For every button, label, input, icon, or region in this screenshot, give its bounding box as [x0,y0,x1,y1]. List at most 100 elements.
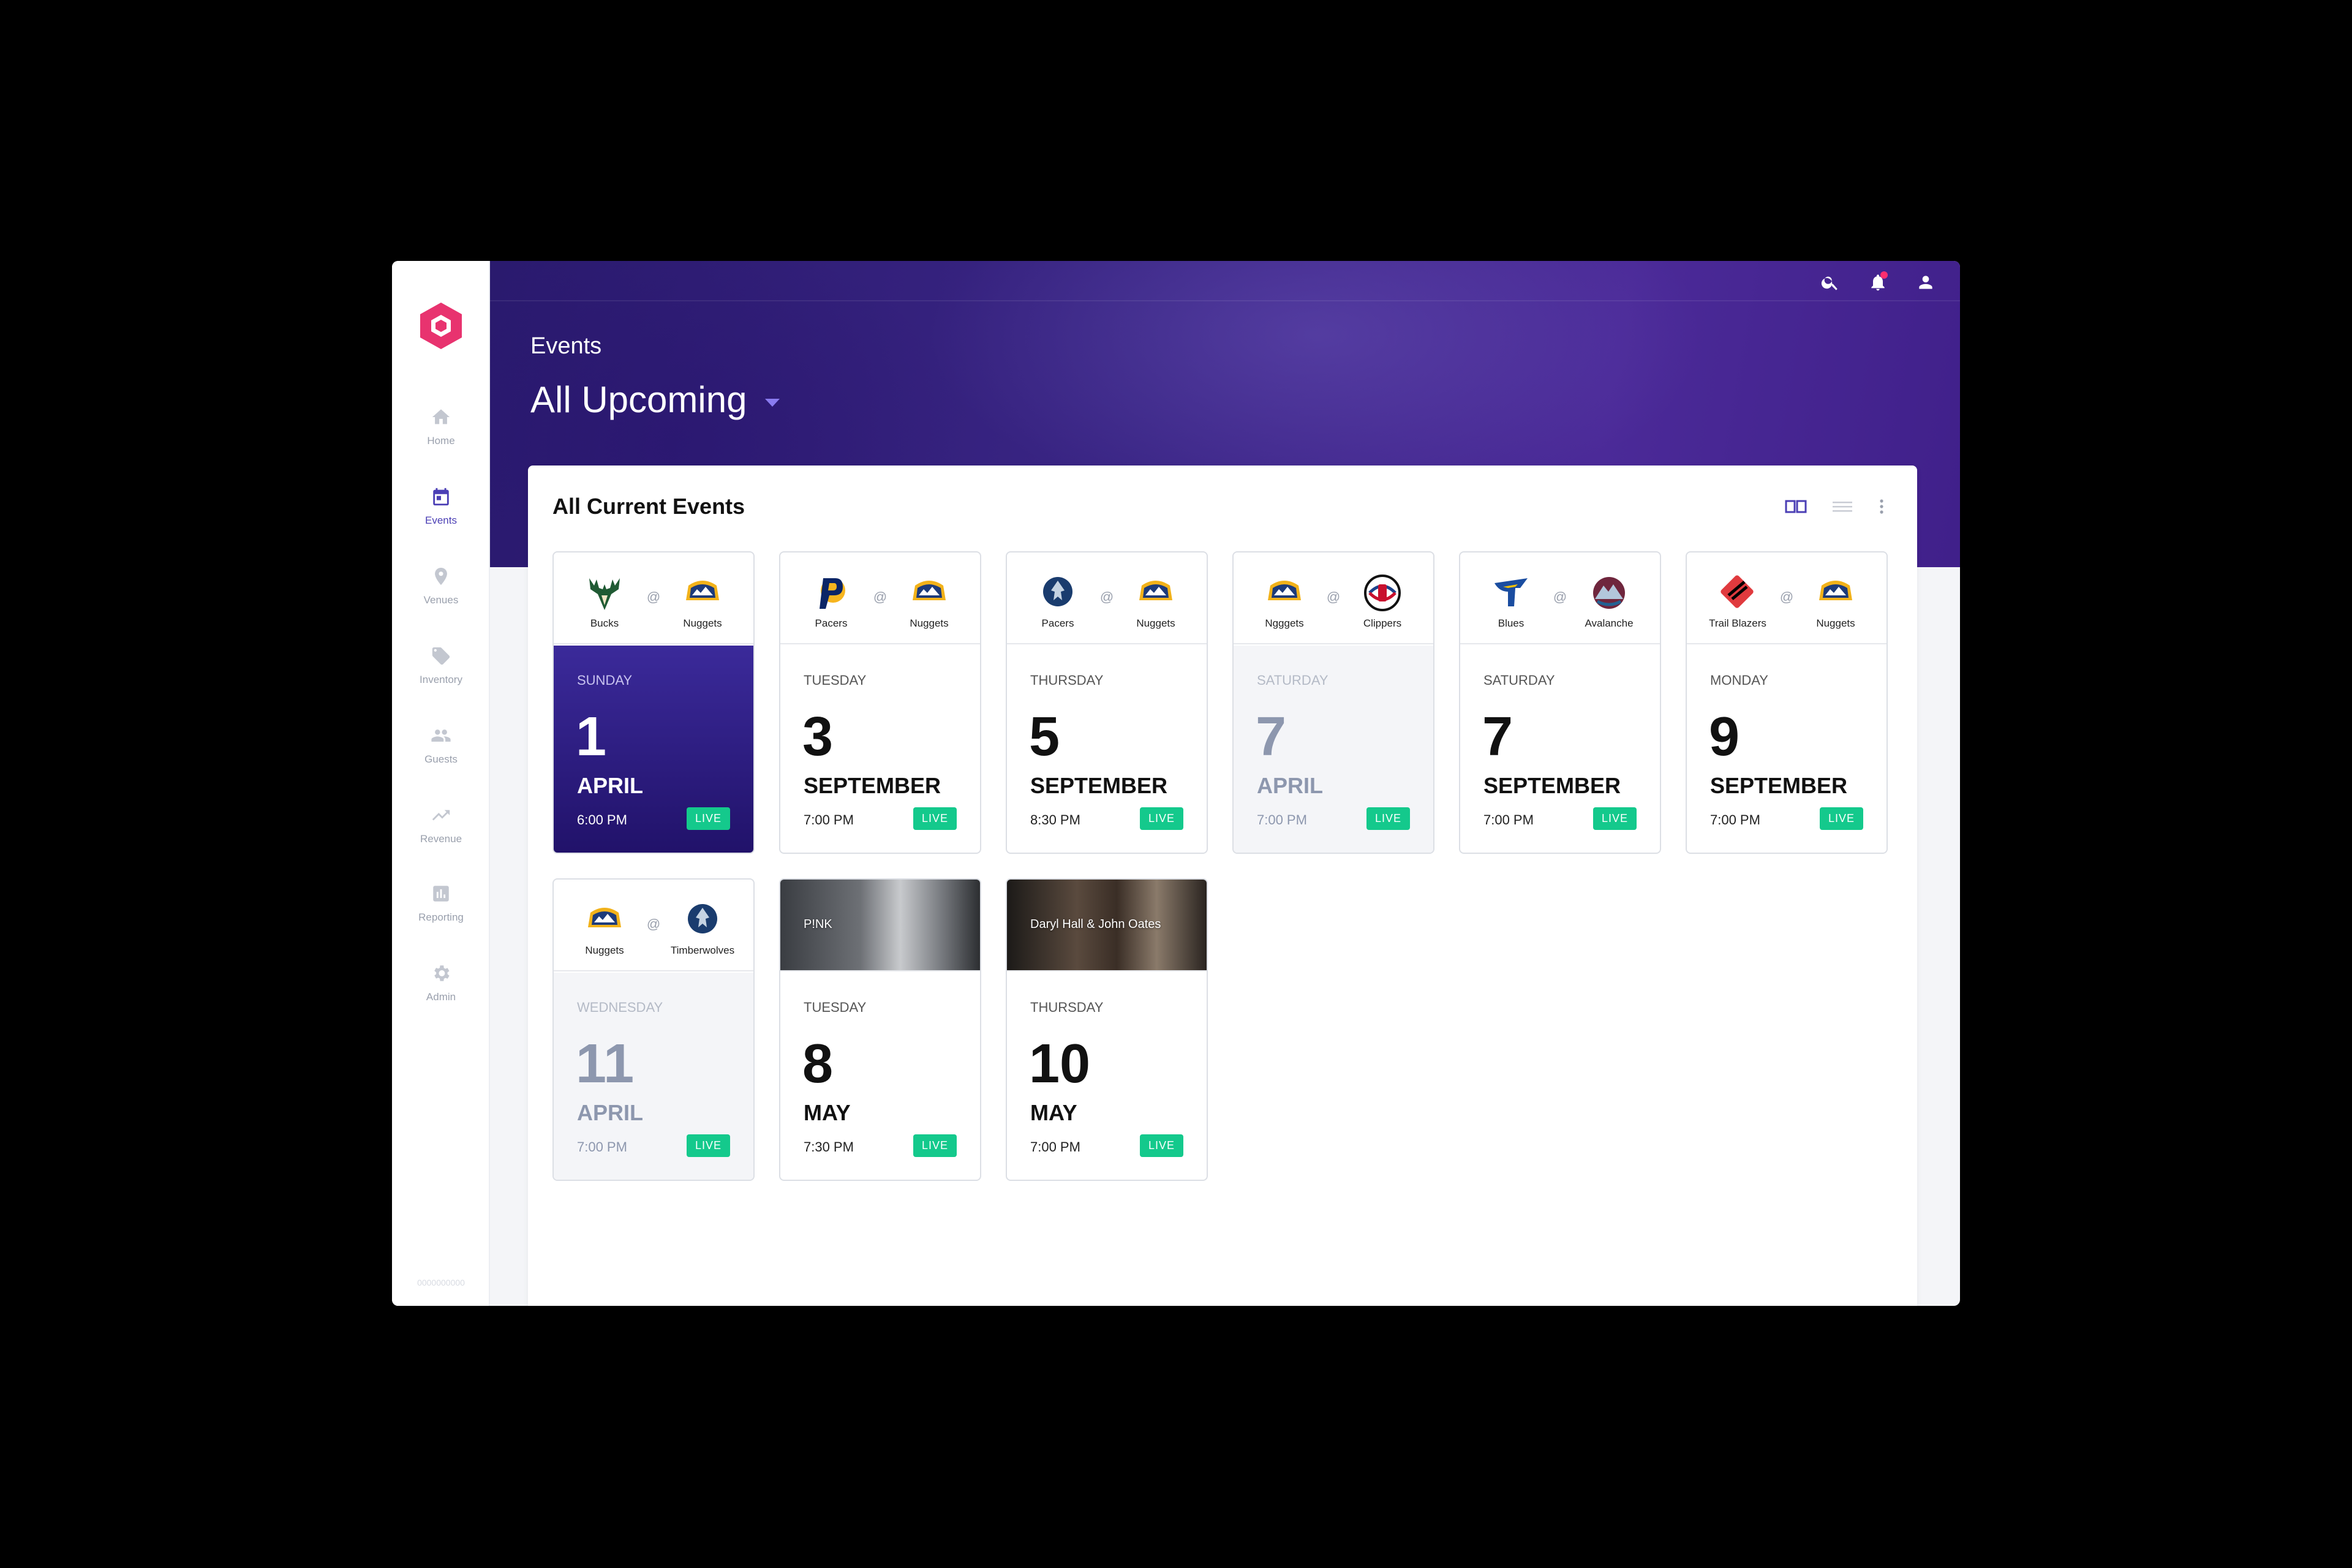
status-badge: LIVE [1593,807,1637,830]
event-time: 7:30 PM [804,1139,854,1155]
status-badge: LIVE [1139,1134,1183,1157]
events-panel: All Current Events Bucks @ Nuggets SUNDA… [528,466,1917,1306]
event-date-block: TUESDAY 3 SEPTEMBER 7:00 PM LIVE [780,646,980,853]
nuggets-logo-icon [686,581,719,600]
month: APRIL [577,1100,643,1125]
event-card[interactable]: Trail Blazers @ Nuggets MONDAY 9 SEPTEMB… [1686,551,1888,854]
day-of-week: SUNDAY [577,673,633,688]
day-number: 7 [1256,706,1287,767]
event-time: 6:00 PM [577,812,627,827]
sidebar: Home Events Venues Inventory Guests Reve… [392,261,490,1306]
event-card[interactable]: Pacers @ Nuggets TUESDAY 3 SEPTEMBER 7:0… [779,551,981,854]
day-number: 7 [1482,706,1513,767]
artist-name: P!NK [804,918,832,931]
artist-image: Daryl Hall & John Oates [1007,880,1207,971]
grid-view-icon[interactable] [1785,497,1807,516]
home-icon [432,409,450,424]
sidebar-item-admin[interactable]: Admin [392,963,490,1024]
status-badge: LIVE [686,807,730,830]
notifications-button[interactable] [1868,271,1888,292]
sidebar-item-label: Revenue [420,833,462,845]
matchup-header: Trail Blazers @ Nuggets [1687,552,1887,644]
sidebar-footer: 0000000000 [417,1278,465,1287]
team-name: Bucks [590,617,619,629]
event-card[interactable]: P!NK TUESDAY 8 MAY 7:30 PM LIVE [779,878,981,1181]
team-name: Nuggets [585,944,624,956]
month: MAY [1030,1100,1077,1125]
event-card[interactable]: Bucks @ Nuggets SUNDAY 1 APRIL 6:00 PM L [552,551,755,854]
nuggets-logo-icon [913,581,946,600]
sidebar-item-label: Events [425,514,457,526]
location-pin-icon [435,567,447,586]
month: APRIL [577,773,643,798]
day-number: 11 [576,1033,635,1095]
bar-chart-icon [433,886,449,902]
sidebar-item-home[interactable]: Home [392,407,490,468]
team-name: Blues [1498,617,1525,629]
sidebar-item-label: Reporting [418,911,464,923]
sidebar-item-revenue[interactable]: Revenue [392,805,490,866]
event-date-block: THURSDAY 5 SEPTEMBER 8:30 PM LIVE [1007,646,1207,853]
month: MAY [804,1100,851,1125]
matchup-header: Nuggets @ Timberwolves [554,880,753,971]
status-badge: LIVE [913,807,957,830]
home-team: Nuggets [889,573,969,630]
day-number: 1 [576,706,607,767]
sidebar-item-inventory[interactable]: Inventory [392,646,490,707]
sidebar-item-guests[interactable]: Guests [392,725,490,786]
event-card[interactable]: Nuggets @ Timberwolves WEDNESDAY 11 APRI… [552,878,755,1181]
matchup-header: Pacers @ Nuggets [780,552,980,644]
day-of-week: THURSDAY [1030,1000,1104,1015]
event-date-block: SATURDAY 7 SEPTEMBER 7:00 PM LIVE [1460,646,1660,853]
event-date-block: MONDAY 9 SEPTEMBER 7:00 PM LIVE [1687,646,1887,853]
search-button[interactable] [1820,273,1840,292]
page-title: All Upcoming [530,379,747,420]
team-name: Pacers [1041,617,1074,629]
user-icon [1919,276,1932,289]
sidebar-item-label: Home [427,435,455,447]
team-name: Nuggets [1136,617,1175,629]
account-button[interactable] [1916,273,1936,292]
panel-title: All Current Events [552,494,745,519]
event-card[interactable]: Daryl Hall & John Oates THURSDAY 10 MAY … [1006,878,1208,1181]
trending-icon [432,810,450,821]
team-name: Pacers [815,617,848,629]
day-of-week: THURSDAY [1030,673,1104,688]
home-team: Nuggets [1116,573,1196,630]
home-team: Timberwolves [663,900,742,957]
home-team: Nuggets [663,573,742,630]
status-badge: LIVE [686,1134,730,1157]
list-view-icon[interactable] [1831,497,1853,516]
more-options-icon[interactable] [1878,497,1885,516]
day-of-week: MONDAY [1710,673,1768,688]
team-name: Timberwolves [670,944,735,956]
event-card[interactable]: Pacers @ Nuggets THURSDAY 5 SEPTEMBER 8:… [1006,551,1208,854]
view-selector[interactable]: All Upcoming [530,379,780,421]
tag-icon [432,647,450,665]
notification-badge [1880,271,1888,279]
sidebar-item-reporting[interactable]: Reporting [392,883,490,944]
breadcrumb: Events [530,333,602,359]
status-badge: LIVE [1819,807,1863,830]
app-logo-icon[interactable] [419,301,463,350]
sidebar-item-events[interactable]: Events [392,486,490,548]
sidebar-item-label: Inventory [420,674,462,685]
event-date-block: WEDNESDAY 11 APRIL 7:00 PM LIVE [554,973,753,1180]
day-of-week: SATURDAY [1483,673,1555,688]
sidebar-item-venues[interactable]: Venues [392,566,490,627]
day-number: 8 [802,1033,834,1095]
artist-name: Daryl Hall & John Oates [1030,918,1161,931]
event-card[interactable]: Blues @ Avalanche SATURDAY 7 SEPTEMBER 7… [1459,551,1661,854]
home-team: Clippers [1343,573,1422,630]
calendar-icon [433,488,449,506]
month: SEPTEMBER [1483,773,1621,798]
team-name: Trail Blazers [1709,617,1766,629]
event-card[interactable]: Ngggets @ Clippers SATURDAY 7 APRIL 7:00… [1232,551,1434,854]
matchup-header: Ngggets @ Clippers [1234,552,1433,644]
home-team: Avalanche [1569,573,1649,630]
team-name: Nuggets [910,617,949,629]
gear-icon [434,965,450,981]
day-number: 3 [802,706,834,767]
matchup-header: Blues @ Avalanche [1460,552,1660,644]
status-badge: LIVE [1139,807,1183,830]
